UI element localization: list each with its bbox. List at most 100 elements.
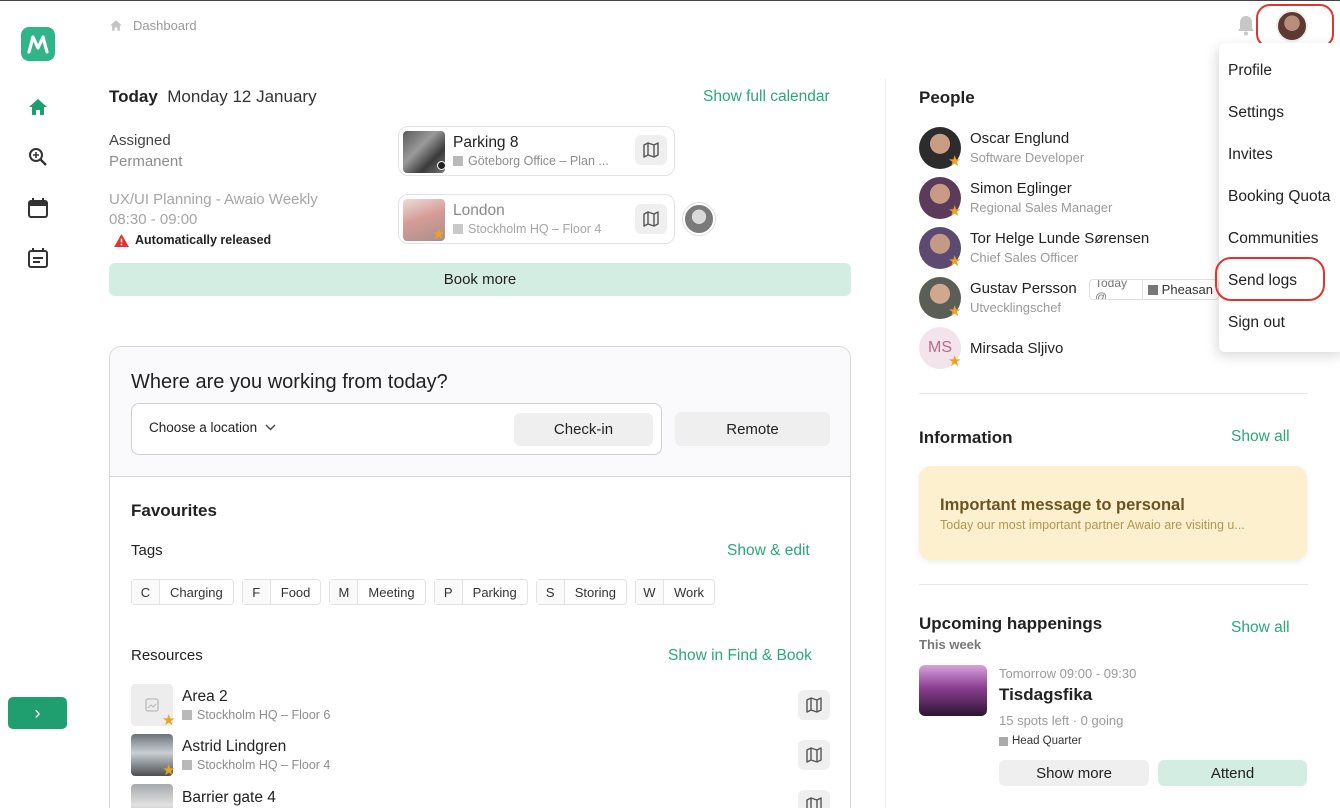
resource-location-text: Stockholm HQ – Floor 4 [197,758,331,772]
attend-button[interactable]: Attend [1158,760,1307,786]
resource-name[interactable]: Area 2 [182,688,228,706]
presence-place-text: Pheasan [1161,282,1213,297]
menu-item-profile[interactable]: Profile [1228,62,1272,80]
building-icon [1147,284,1158,295]
upcoming-subtitle: This week [919,637,982,652]
person-role: Utvecklingschef [970,300,1062,315]
meeting-time: 08:30 - 09:00 [109,211,198,228]
person-name[interactable]: Mirsada Sljivo [970,340,1063,357]
person-name[interactable]: Gustav Persson [970,280,1077,297]
resource-name[interactable]: Barrier gate 4 [182,789,276,807]
attendee-avatar[interactable] [683,203,715,235]
event-location-text: Head Quarter [1012,735,1082,747]
tag-chip[interactable]: W Work [634,579,716,605]
reservation-location: Göteborg Office – Plan ... [453,154,609,168]
map-button[interactable] [798,740,830,770]
calendar-icon[interactable] [26,196,50,220]
working-question: Where are you working from today? [131,371,448,393]
menu-item-sign-out[interactable]: Sign out [1228,314,1285,332]
info-message-card[interactable]: Important message to personal Today our … [919,466,1307,560]
tag-chip[interactable]: F Food [241,579,322,605]
resource-name[interactable]: Astrid Lindgren [182,738,286,756]
user-avatar[interactable] [1276,10,1308,42]
map-icon [643,142,659,158]
menu-item-invites[interactable]: Invites [1228,146,1273,164]
app-logo[interactable] [21,27,55,61]
upcoming-heading: Upcoming happenings [919,614,1103,633]
person-name[interactable]: Oscar Englund [970,130,1069,147]
show-more-button[interactable]: Show more [999,760,1149,786]
map-button[interactable] [635,135,667,165]
reservation-card-london[interactable]: ★ London Stockholm HQ – Floor 4 [398,194,675,244]
user-dropdown-menu: Profile Settings Invites Booking Quota C… [1219,43,1340,352]
reservation-card-parking[interactable]: Parking 8 Göteborg Office – Plan ... [398,126,675,176]
book-more-button[interactable]: Book more [109,263,851,296]
favourite-star-icon: ★ [948,203,962,220]
breadcrumb-label[interactable]: Dashboard [133,18,197,33]
show-full-calendar-link[interactable]: Show full calendar [703,88,830,106]
upcoming-show-all-link[interactable]: Show all [1231,619,1290,637]
tag-key: W [635,580,664,604]
building-icon [182,710,192,720]
tag-key: S [536,580,565,604]
assignment-title: Assigned [109,132,171,149]
info-card-text: Today our most important partner Awaio a… [940,518,1245,532]
tag-list: C Charging F Food M Meeting P Parking S Stori… [131,579,716,605]
menu-item-booking-quota[interactable]: Booking Quota [1228,188,1331,206]
person-role: Chief Sales Officer [970,250,1079,265]
reservation-location-text: Göteborg Office – Plan ... [468,154,609,168]
presence-badge: Today @ Pheasan [1089,279,1219,300]
column-divider [885,79,886,808]
map-icon [806,797,822,808]
show-edit-tags-link[interactable]: Show & edit [727,542,810,560]
map-button[interactable] [635,204,667,234]
bell-icon[interactable] [1236,14,1258,38]
tag-key: F [242,580,271,604]
map-button[interactable] [798,790,830,808]
menu-item-settings[interactable]: Settings [1228,104,1284,122]
location-select[interactable]: Choose a location [149,420,276,435]
tag-chip[interactable]: S Storing [535,579,627,605]
person-role: Regional Sales Manager [970,200,1113,215]
resource-location: Stockholm HQ – Floor 6 [182,708,330,722]
tag-key: M [330,580,359,604]
expand-sidebar-button[interactable]: › [8,697,67,729]
image-placeholder-icon [145,698,159,712]
event-title[interactable]: Tisdagsfika [999,685,1092,705]
tag-chip[interactable]: M Meeting [329,579,426,605]
tag-chip[interactable]: C Charging [131,579,234,605]
show-in-find-book-link[interactable]: Show in Find & Book [668,647,812,665]
remote-button[interactable]: Remote [675,412,830,446]
auto-released-text: Automatically released [135,233,272,247]
map-button[interactable] [798,690,830,720]
breadcrumb: Dashboard [109,18,197,33]
working-location-panel: Where are you working from today? Choose… [109,346,851,808]
home-icon[interactable] [26,95,50,119]
building-icon [453,224,463,234]
search-icon[interactable] [26,145,50,169]
resources-label: Resources [131,647,203,664]
assignment-subtitle: Permanent [109,153,183,170]
event-image[interactable] [919,665,987,716]
person-role: Software Developer [970,150,1085,165]
tag-label: Parking [472,584,517,600]
chevron-down-icon [265,424,276,431]
chevron-right-icon: › [34,702,41,723]
building-icon [182,760,192,770]
today-heading: Today Monday 12 January [109,87,317,107]
resource-location: Stockholm HQ – Floor 4 [182,758,330,772]
tag-label: Charging [170,584,223,600]
building-icon [999,736,1008,746]
person-name[interactable]: Tor Helge Lunde Sørensen [970,230,1149,247]
map-icon [806,697,822,713]
favourite-star-icon: ★ [948,153,962,170]
menu-item-communities[interactable]: Communities [1228,230,1318,248]
event-location: Head Quarter [999,735,1082,747]
tag-key: C [132,580,160,604]
tag-chip[interactable]: P Parking [433,579,528,605]
booking-list-icon[interactable] [26,246,50,270]
person-name[interactable]: Simon Eglinger [970,180,1072,197]
check-in-button[interactable]: Check-in [514,413,653,446]
information-show-all-link[interactable]: Show all [1231,428,1290,446]
check-in-box: Choose a location Check-in [131,403,662,455]
